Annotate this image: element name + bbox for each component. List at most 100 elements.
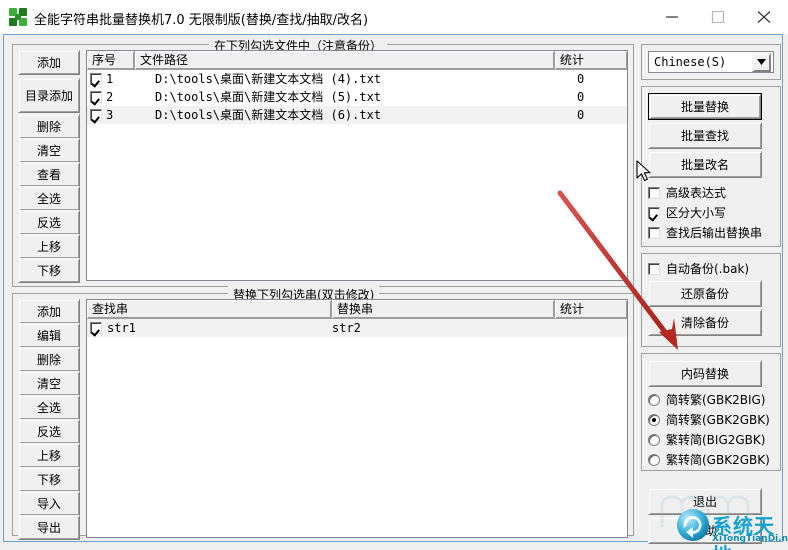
string-clear-label: 清空 <box>36 377 61 391</box>
string-move-down-label: 下移 <box>36 473 61 487</box>
file-move-up-button[interactable]: 上移 <box>18 234 80 259</box>
big2gbk-radio[interactable] <box>648 433 660 446</box>
file-row-path: D:\tools\桌面\新建文本文档 (6).txt <box>155 108 382 122</box>
close-button[interactable] <box>742 0 788 33</box>
file-list-header: 序号 文件路径 统计 <box>87 51 627 70</box>
option-advanced-regex[interactable]: 高级表达式 <box>648 184 726 201</box>
file-row-checkbox[interactable] <box>90 109 102 121</box>
radio-big2gbk[interactable]: 繁转简(BIG2GBK) <box>648 431 765 448</box>
radio-gbk2gbk-t[interactable]: 繁转简(GBK2GBK) <box>648 451 770 468</box>
help-label: 帮助 <box>692 524 717 538</box>
string-invert-select-button[interactable]: 反选 <box>18 419 80 444</box>
string-delete-button[interactable]: 删除 <box>18 347 80 372</box>
gbk2big-radio[interactable] <box>648 393 660 406</box>
file-row-index: 1 <box>106 72 114 86</box>
string-edit-label: 编辑 <box>36 329 61 343</box>
batch-replace-button[interactable]: 批量替换 <box>648 93 762 120</box>
file-move-down-label: 下移 <box>36 264 61 278</box>
string-row-checkbox[interactable] <box>90 322 102 334</box>
maximize-button[interactable] <box>696 0 742 33</box>
file-add-dir-label: 目录添加 <box>24 89 73 103</box>
file-clear-label: 清空 <box>36 144 61 158</box>
string-list-header: 查找串 替换串 统计 <box>87 300 627 319</box>
string-clear-button[interactable]: 清空 <box>18 371 80 396</box>
language-select[interactable]: Chinese(S) <box>648 51 774 73</box>
file-move-down-button[interactable]: 下移 <box>18 258 80 283</box>
minimize-button[interactable] <box>650 0 696 33</box>
output-replace-string-label: 查找后输出替换串 <box>666 226 763 240</box>
title-bar: 全能字符串批量替换机7.0 无限制版(替换/查找/抽取/改名) <box>0 0 788 35</box>
batch-rename-button[interactable]: 批量改名 <box>648 151 762 178</box>
option-output-replace-string[interactable]: 查找后输出替换串 <box>648 224 762 241</box>
string-export-button[interactable]: 导出 <box>18 515 80 540</box>
chevron-down-icon[interactable] <box>752 52 771 72</box>
app-puzzle-icon <box>9 8 27 26</box>
file-list-view[interactable]: 序号 文件路径 统计 1 D:\tools\桌面\新建文本文档 (4).txt … <box>86 50 628 281</box>
file-move-up-label: 上移 <box>36 240 61 254</box>
file-col-path[interactable]: 文件路径 <box>135 51 555 69</box>
file-add-dir-button[interactable]: 目录添加 <box>18 78 80 113</box>
file-row-path: D:\tools\桌面\新建文本文档 (4).txt <box>155 72 382 86</box>
output-replace-string-checkbox[interactable] <box>648 226 660 239</box>
file-row-index: 2 <box>106 90 114 104</box>
file-select-all-label: 全选 <box>36 192 61 206</box>
file-add-button[interactable]: 添加 <box>18 50 80 75</box>
file-col-count[interactable]: 统计 <box>555 51 627 69</box>
string-import-label: 导入 <box>36 497 61 511</box>
string-add-label: 添加 <box>36 305 61 319</box>
batch-find-button[interactable]: 批量查找 <box>648 122 762 149</box>
string-edit-button[interactable]: 编辑 <box>18 323 80 348</box>
gbk2gbk-s-radio[interactable] <box>648 413 660 426</box>
file-delete-button[interactable]: 删除 <box>18 114 80 139</box>
string-row-count <box>555 319 627 337</box>
file-row-count: 0 <box>577 108 585 122</box>
string-delete-label: 删除 <box>36 353 61 367</box>
file-col-index[interactable]: 序号 <box>87 51 135 69</box>
window-title: 全能字符串批量替换机7.0 无限制版(替换/查找/抽取/改名) <box>34 13 369 28</box>
table-row[interactable]: str1 str2 <box>87 319 627 337</box>
file-row-checkbox[interactable] <box>90 91 102 103</box>
table-row[interactable]: 2 D:\tools\桌面\新建文本文档 (5).txt 0 <box>87 88 627 106</box>
file-select-all-button[interactable]: 全选 <box>18 186 80 211</box>
option-auto-backup[interactable]: 自动备份(.bak) <box>648 260 749 277</box>
batch-find-label: 批量查找 <box>680 129 729 143</box>
string-col-count[interactable]: 统计 <box>555 300 627 318</box>
string-add-button[interactable]: 添加 <box>18 299 80 324</box>
auto-backup-checkbox[interactable] <box>648 262 660 275</box>
string-col-find[interactable]: 查找串 <box>87 300 332 318</box>
language-value: Chinese(S) <box>654 55 727 69</box>
string-move-up-label: 上移 <box>36 449 61 463</box>
file-view-button[interactable]: 查看 <box>18 162 80 187</box>
string-col-replace[interactable]: 替换串 <box>332 300 555 318</box>
file-row-count: 0 <box>577 72 585 86</box>
file-add-label: 添加 <box>36 56 61 70</box>
encoding-convert-button[interactable]: 内码替换 <box>648 360 762 387</box>
string-import-button[interactable]: 导入 <box>18 491 80 516</box>
clear-backup-button[interactable]: 清除备份 <box>648 309 762 336</box>
string-select-all-button[interactable]: 全选 <box>18 395 80 420</box>
radio-gbk2big[interactable]: 简转繁(GBK2BIG) <box>648 391 765 408</box>
file-invert-select-button[interactable]: 反选 <box>18 210 80 235</box>
table-row[interactable]: 1 D:\tools\桌面\新建文本文档 (4).txt 0 <box>87 70 627 88</box>
client-area: 在下列勾选文件中（注意备份） 添加 目录添加 删除 清空 查看 全选 反选 上移… <box>0 34 788 550</box>
string-move-down-button[interactable]: 下移 <box>18 467 80 492</box>
file-row-index: 3 <box>106 108 114 122</box>
radio-gbk2gbk-s[interactable]: 简转繁(GBK2GBK) <box>648 411 770 428</box>
encoding-convert-label: 内码替换 <box>680 367 729 381</box>
advanced-regex-checkbox[interactable] <box>648 186 660 199</box>
case-sensitive-checkbox[interactable] <box>648 206 660 219</box>
exit-label: 退出 <box>692 495 717 509</box>
exit-button[interactable]: 退出 <box>648 488 762 515</box>
file-row-checkbox[interactable] <box>90 73 102 85</box>
gbk2gbk-t-radio[interactable] <box>648 453 660 466</box>
file-clear-button[interactable]: 清空 <box>18 138 80 163</box>
file-row-count: 0 <box>577 90 585 104</box>
batch-replace-label: 批量替换 <box>680 100 729 114</box>
help-button[interactable]: 帮助 <box>648 517 762 544</box>
table-row[interactable]: 3 D:\tools\桌面\新建文本文档 (6).txt 0 <box>87 106 627 124</box>
option-case-sensitive[interactable]: 区分大小写 <box>648 204 726 221</box>
string-list-view[interactable]: 查找串 替换串 统计 str1 str2 <box>86 299 628 538</box>
restore-backup-button[interactable]: 还原备份 <box>648 280 762 307</box>
string-move-up-button[interactable]: 上移 <box>18 443 80 468</box>
string-select-all-label: 全选 <box>36 401 61 415</box>
